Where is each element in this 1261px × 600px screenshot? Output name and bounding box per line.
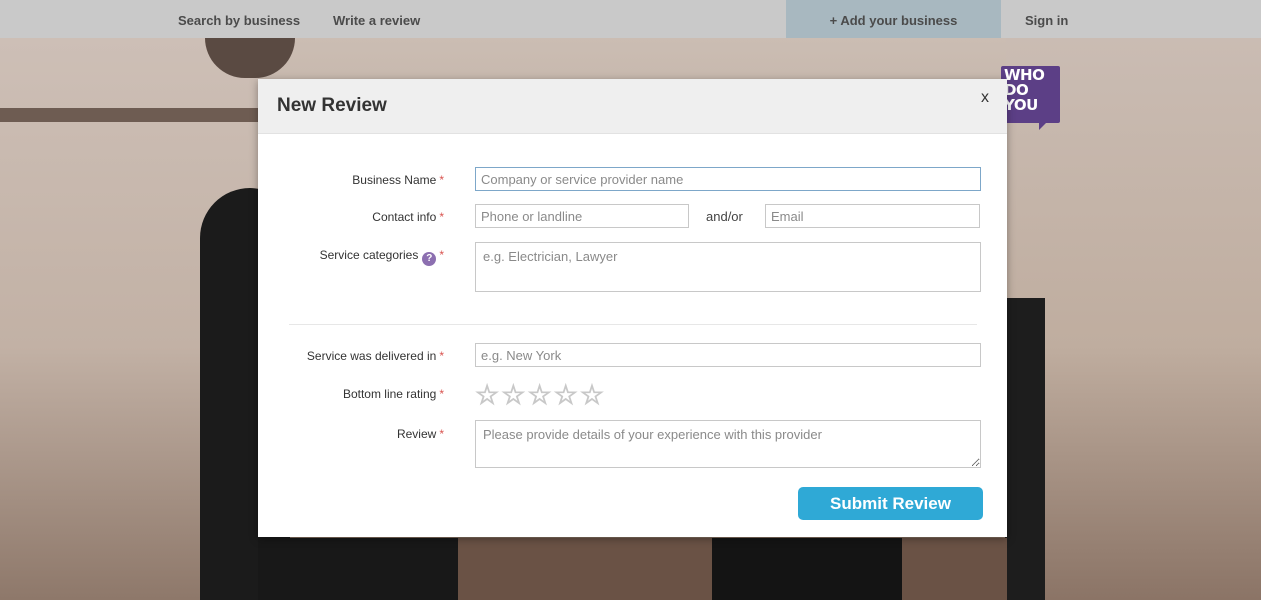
help-icon[interactable]: ? [422,252,437,266]
submit-review-button[interactable]: Submit Review [798,487,983,520]
required-marker: * [439,210,444,224]
who-do-you-logo[interactable]: WHO DO YOU [1001,66,1060,130]
logo-speech-tail [1039,121,1048,130]
star-icon-2[interactable]: ☆ [501,380,526,411]
required-marker: * [439,349,444,363]
contact-info-label-text: Contact info [372,210,437,224]
new-review-modal: New Review x Business Name* Contact info… [258,79,1007,537]
star-icon-1[interactable]: ☆ [474,380,499,411]
service-location-label: Service was delivered in * [307,349,444,363]
logo-wordmark: WHO DO YOU [1004,68,1045,114]
business-name-label: Business Name * [352,173,444,187]
service-categories-label: Service categories? * [320,248,444,266]
business-name-input[interactable] [475,167,981,191]
background-figure-right [1005,298,1045,600]
rating-label: Bottom line rating * [343,387,444,401]
nav-sign-in[interactable]: Sign in [1025,0,1068,38]
required-marker: * [439,427,444,441]
nav-add-business[interactable]: + Add your business [786,0,1001,38]
star-icon-5[interactable]: ☆ [579,380,604,411]
required-marker: * [439,173,444,187]
star-icon-3[interactable]: ☆ [527,380,552,411]
star-rating: ☆☆☆☆☆ [474,380,606,411]
nav-write-review[interactable]: Write a review [333,0,420,38]
required-marker: * [439,387,444,401]
background-rail [0,108,260,122]
phone-input[interactable] [475,204,689,228]
nav-search-by-business[interactable]: Search by business [178,0,300,38]
star-icon-4[interactable]: ☆ [553,380,578,411]
email-input[interactable] [765,204,980,228]
service-categories-label-text: Service categories [319,248,419,262]
logo-line-3: YOU [1004,96,1038,114]
review-label: Review * [397,427,444,441]
review-textarea[interactable] [475,420,981,468]
top-nav: Search by business Write a review + Add … [0,0,1261,38]
required-marker: * [439,248,444,262]
review-label-text: Review [396,427,437,441]
close-button[interactable]: x [981,89,989,107]
service-categories-input[interactable] [475,242,981,292]
modal-title: New Review [277,95,387,116]
contact-separator: and/or [706,209,743,224]
rating-label-text: Bottom line rating [342,387,437,401]
service-location-label-text: Service was delivered in [306,349,437,363]
service-location-input[interactable] [475,343,981,367]
contact-info-label: Contact info * [372,210,444,224]
form-divider [289,324,977,325]
modal-header: New Review x [258,79,1007,134]
business-name-label-text: Business Name [352,173,437,187]
background-figure-bottom-right [712,538,902,600]
background-figure-bottom-left [258,538,458,600]
